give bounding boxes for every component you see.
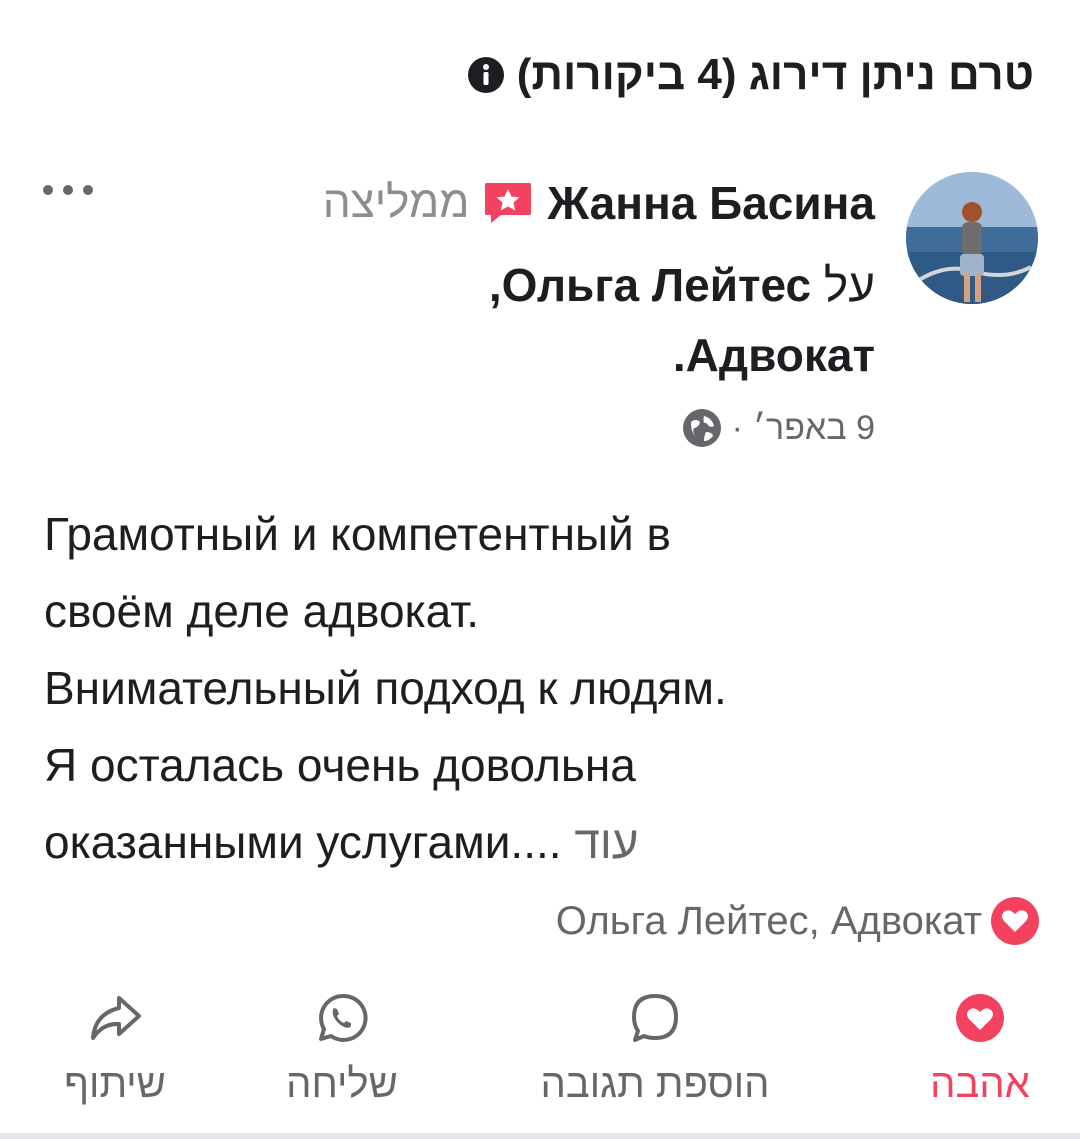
review-text-line-last: оказанными услугами.... עוד <box>44 804 1044 881</box>
reviewer-line: Жанна Басина ממליצה <box>323 176 875 230</box>
share-icon <box>91 996 141 1040</box>
whatsapp-icon <box>319 993 368 1042</box>
reactions-summary[interactable]: Ольга Лейтес, Адвокат <box>556 896 1040 946</box>
meta-separator: · <box>731 408 743 447</box>
love-label: אהבה <box>930 1062 1030 1106</box>
reviewer-name[interactable]: Жанна Басина <box>547 176 875 230</box>
review-text-line: оказанными услугами.... <box>44 816 562 868</box>
see-more-link[interactable]: עוד <box>574 816 638 868</box>
about-prefix: על <box>823 259 875 311</box>
recommends-label: ממליצה <box>322 178 470 227</box>
comment-icon <box>632 994 678 1042</box>
send-button[interactable]: שליחה <box>222 990 462 1120</box>
comment-button[interactable]: הוספת תגובה <box>535 990 775 1120</box>
review-text-line: Внимательный подход к людям. <box>44 662 727 714</box>
more-dots-icon[interactable] <box>38 178 98 202</box>
review-text: Грамотный и компетентный в своём деле ад… <box>44 496 1044 881</box>
reactions-text: Ольга Лейтес, Адвокат <box>555 898 982 943</box>
info-circle-icon[interactable] <box>467 56 505 94</box>
avatar[interactable] <box>906 172 1038 304</box>
love-icon <box>956 994 1004 1042</box>
comment-label: הוספת תגובה <box>540 1062 770 1106</box>
love-reaction-icon <box>991 897 1039 945</box>
globe-icon <box>682 409 721 447</box>
recommend-badge-icon <box>485 183 532 223</box>
page-header: טרם ניתן דירוג (4 ביקורות) <box>40 50 1034 100</box>
review-text-line: Я осталась очень довольна <box>44 739 636 791</box>
target-name[interactable]: Ольга Лейтес, <box>489 259 811 311</box>
action-bar: אהבה הוספת תגובה שליחה שיתוף <box>0 990 1080 1120</box>
page-title: טרם ניתן דירוג (4 ביקורות) <box>516 50 1034 99</box>
review-target-line: על Ольга Лейтес, <box>489 258 875 312</box>
love-button[interactable]: אהבה <box>860 990 1080 1120</box>
send-label: שליחה <box>286 1062 398 1106</box>
review-text-line: Грамотный и компетентный в <box>44 508 671 560</box>
share-button[interactable]: שיתוף <box>0 990 235 1120</box>
target-name-continued[interactable]: Адвокат. <box>673 328 875 382</box>
review-date[interactable]: 9 באפר׳ <box>753 409 875 448</box>
bottom-divider <box>0 1133 1080 1139</box>
review-text-line: своём деле адвокат. <box>44 585 479 637</box>
review-meta: 9 באפר׳ · <box>682 408 875 448</box>
review-card: Жанна Басина ממליצה על Ольга Лейтес, Адв… <box>30 168 1040 468</box>
share-label: שיתוף <box>64 1062 166 1106</box>
